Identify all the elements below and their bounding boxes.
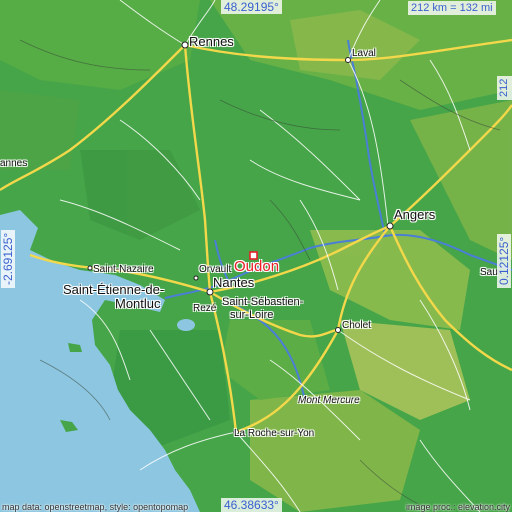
right-longitude-label: 0.12125°	[497, 233, 511, 288]
city-label-rennes: Rennes	[189, 34, 234, 49]
laval-marker	[345, 57, 351, 63]
left-longitude-label: -2.69125°	[1, 229, 15, 288]
city-label-saint-etienne-line1: Saint-Étienne-de-	[63, 282, 165, 297]
peak-label-mont-mercure: Mont Mercure	[298, 395, 360, 406]
city-label-nantes: Nantes	[213, 275, 255, 290]
city-label-orvault: Orvault	[199, 264, 232, 275]
city-label-saint-sebastien-line2: sur-Loire	[230, 309, 274, 321]
city-label-saint-nazaire: Saint-Nazaire	[93, 264, 154, 275]
saint-nazaire-marker	[87, 265, 93, 271]
city-label-la-roche-sur-yon: La Roche-sur-Yon	[234, 428, 315, 439]
city-label-cholet: Cholet	[342, 320, 371, 331]
city-label-vannes-partial: annes	[0, 158, 28, 169]
top-latitude-label: 48.29195°	[221, 0, 282, 14]
rennes-marker	[181, 41, 189, 49]
city-label-saumur-partial: Sau	[480, 267, 498, 278]
vertical-scale-label: 212 km = 132 mi	[497, 75, 512, 100]
orvault-marker	[193, 275, 199, 281]
horizontal-scale-label: 212 km = 132 mi	[408, 1, 496, 15]
bottom-latitude-label: 46.38633°	[221, 498, 282, 512]
angers-marker	[386, 222, 394, 230]
city-label-reze: Rezé	[193, 303, 217, 314]
city-label-saint-etienne-line2: Montluc	[115, 296, 161, 311]
city-label-laval: Laval	[352, 48, 376, 59]
place-label-oudon: Oudon	[234, 258, 280, 275]
lake	[177, 319, 195, 331]
image-attribution: image proc.: elevation.city	[405, 502, 510, 512]
city-label-angers: Angers	[394, 207, 436, 222]
map-attribution: map data: openstreetmap, style: opentopo…	[2, 502, 189, 512]
cholet-marker	[335, 327, 341, 333]
city-label-saint-sebastien-line1: Saint-Sébastien-	[222, 296, 304, 308]
